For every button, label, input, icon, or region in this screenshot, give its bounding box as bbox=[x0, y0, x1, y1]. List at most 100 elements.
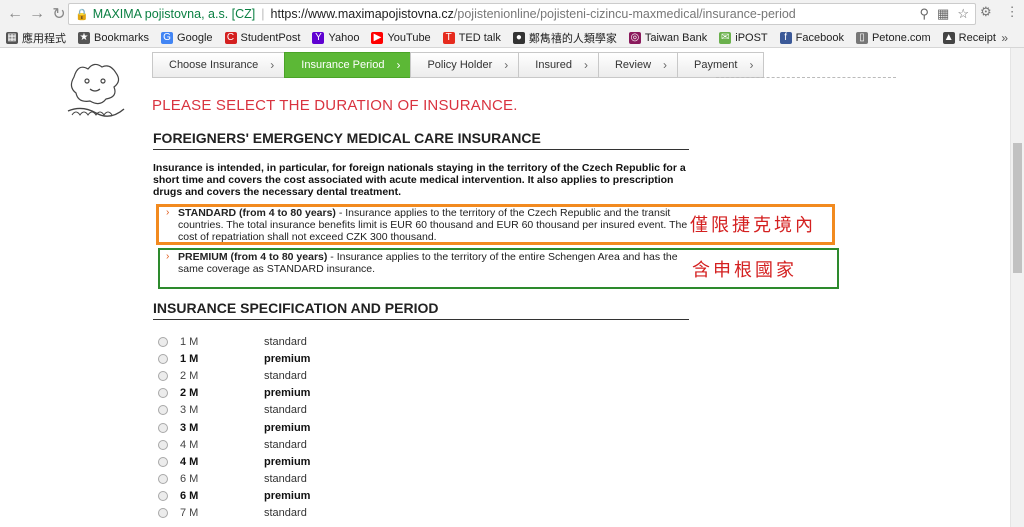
radio-button[interactable] bbox=[158, 336, 168, 347]
chevron-right-icon: › bbox=[663, 58, 668, 72]
period-type: standard bbox=[264, 438, 307, 451]
chevron-right-icon: › bbox=[583, 58, 588, 72]
period-type: standard bbox=[264, 369, 307, 382]
bullet-arrow-icon: › bbox=[166, 207, 170, 218]
radio-button[interactable] bbox=[158, 456, 168, 467]
blog-icon: ● bbox=[512, 31, 525, 44]
bookmark-item[interactable]: T TED talk bbox=[442, 31, 501, 44]
period-options: 1 M standard 1 M premium 2 M standard 2 M premi… bbox=[158, 333, 310, 522]
checkout-steps: Choose Insurance › Insurance Period › Policy… bbox=[152, 52, 765, 78]
bookmark-item[interactable]: ▲ Receipt bbox=[942, 31, 996, 44]
period-type: premium bbox=[264, 421, 311, 434]
bookmark-label: Bookmarks bbox=[94, 31, 150, 44]
scrollbar-thumb[interactable] bbox=[1013, 143, 1022, 273]
period-option[interactable]: 4 M standard bbox=[158, 436, 310, 453]
back-icon[interactable]: ← bbox=[4, 3, 26, 25]
bookmark-item[interactable]: ▯ Petone.com bbox=[855, 31, 931, 44]
step-policy-holder[interactable]: Policy Holder › bbox=[410, 52, 520, 78]
period-option[interactable]: 1 M premium bbox=[158, 350, 310, 367]
bullet-arrow-icon: › bbox=[166, 251, 170, 262]
step-review[interactable]: Review › bbox=[597, 52, 679, 78]
step-insurance-period[interactable]: Insurance Period › bbox=[284, 52, 412, 78]
zoom-icon[interactable]: ⚲ bbox=[920, 6, 930, 22]
step-insured[interactable]: Insured › bbox=[518, 52, 599, 78]
premium-title: PREMIUM (from 4 to 80 years) bbox=[178, 251, 328, 263]
radio-button[interactable] bbox=[158, 353, 168, 364]
bookmark-item[interactable]: f Facebook bbox=[779, 31, 844, 44]
period-type: standard bbox=[264, 473, 307, 486]
period-option[interactable]: 7 M standard bbox=[158, 505, 310, 522]
period-option[interactable]: 2 M premium bbox=[158, 385, 310, 402]
bookmark-label: Facebook bbox=[795, 31, 844, 44]
period-months: 1 M bbox=[180, 352, 199, 365]
ipost-icon: ✉ bbox=[719, 31, 732, 44]
radio-button[interactable] bbox=[158, 491, 168, 502]
chevron-right-icon: › bbox=[270, 58, 275, 72]
bookmark-item[interactable]: ✉ iPOST bbox=[719, 31, 768, 44]
bookmark-label: Taiwan Bank bbox=[644, 31, 708, 44]
page-scrollbar[interactable] bbox=[1010, 48, 1024, 527]
bookmark-star-icon[interactable]: ☆ bbox=[957, 6, 969, 22]
bookmark-item[interactable]: ● 鄭雋禧的人類學家 bbox=[512, 30, 617, 46]
bookmark-item[interactable]: ◎ Taiwan Bank bbox=[628, 31, 708, 44]
standard-title: STANDARD (from 4 to 80 years) bbox=[178, 207, 336, 219]
youtube-icon: ▶ bbox=[371, 31, 384, 44]
translate-icon[interactable]: ▦ bbox=[937, 6, 949, 22]
radio-button[interactable] bbox=[158, 439, 168, 450]
chevron-right-icon: › bbox=[749, 58, 754, 72]
period-months: 2 M bbox=[180, 369, 199, 382]
url-host: https://www.maximapojistovna.cz bbox=[270, 7, 454, 21]
period-months: 3 M bbox=[180, 404, 199, 417]
period-type: standard bbox=[264, 335, 307, 348]
step-label: Insurance Period bbox=[301, 59, 385, 71]
bookmark-item[interactable]: C StudentPost bbox=[224, 31, 300, 44]
bookmark-label: 應用程式 bbox=[22, 32, 66, 45]
bookmark-item[interactable]: ★ Bookmarks bbox=[78, 31, 150, 44]
period-option[interactable]: 1 M standard bbox=[158, 333, 310, 350]
menu-icon[interactable]: ⋮ bbox=[1006, 4, 1019, 20]
yahoo-icon: Y bbox=[312, 31, 325, 44]
radio-button[interactable] bbox=[158, 370, 168, 381]
step-choose-insurance[interactable]: Choose Insurance › bbox=[152, 52, 286, 78]
reload-icon[interactable]: ↻ bbox=[48, 3, 70, 25]
step-label: Choose Insurance bbox=[169, 59, 259, 71]
bookmark-label: Petone.com bbox=[871, 31, 931, 44]
section-divider bbox=[153, 319, 689, 320]
radio-button[interactable] bbox=[158, 508, 168, 519]
period-months: 7 M bbox=[180, 507, 199, 520]
period-type: standard bbox=[264, 404, 307, 417]
address-bar[interactable]: 🔒 MAXIMA pojistovna, a.s. [CZ] | https:/… bbox=[68, 3, 976, 25]
forward-icon[interactable]: → bbox=[26, 3, 48, 25]
bookmark-item[interactable]: ▶ YouTube bbox=[371, 31, 431, 44]
extension-icon[interactable]: ⚙ bbox=[980, 4, 992, 20]
site-logo[interactable] bbox=[60, 55, 132, 127]
bookmark-item[interactable]: ▦ 應用程式 bbox=[6, 30, 66, 46]
radio-button[interactable] bbox=[158, 422, 168, 433]
period-option[interactable]: 6 M standard bbox=[158, 471, 310, 488]
period-months: 6 M bbox=[180, 490, 199, 503]
period-type: premium bbox=[264, 352, 311, 365]
bookmark-label: Yahoo bbox=[328, 31, 360, 44]
period-months: 2 M bbox=[180, 387, 199, 400]
radio-button[interactable] bbox=[158, 388, 168, 399]
radio-button[interactable] bbox=[158, 474, 168, 485]
chevron-right-icon: › bbox=[504, 58, 509, 72]
divider-dashed bbox=[716, 77, 896, 78]
bookmark-item[interactable]: G Google bbox=[161, 31, 213, 44]
site-identity[interactable]: MAXIMA pojistovna, a.s. [CZ] bbox=[93, 7, 256, 21]
radio-button[interactable] bbox=[158, 405, 168, 416]
insurance-description: Insurance is intended, in particular, fo… bbox=[153, 162, 686, 198]
period-option[interactable]: 6 M premium bbox=[158, 488, 310, 505]
period-option[interactable]: 3 M standard bbox=[158, 402, 310, 419]
page-title: PLEASE SELECT THE DURATION OF INSURANCE. bbox=[152, 97, 518, 114]
step-payment[interactable]: Payment › bbox=[677, 52, 765, 78]
premium-info: › PREMIUM (from 4 to 80 years) - Insuran… bbox=[166, 251, 690, 275]
bookmark-label: TED talk bbox=[458, 31, 501, 44]
period-months: 1 M bbox=[180, 335, 199, 348]
bookmarks-overflow-icon[interactable]: » bbox=[1001, 31, 1008, 45]
period-option[interactable]: 4 M premium bbox=[158, 453, 310, 470]
period-option[interactable]: 3 M premium bbox=[158, 419, 310, 436]
bookmark-item[interactable]: Y Yahoo bbox=[312, 31, 360, 44]
period-option[interactable]: 2 M standard bbox=[158, 367, 310, 384]
chevron-right-icon: › bbox=[396, 58, 401, 72]
